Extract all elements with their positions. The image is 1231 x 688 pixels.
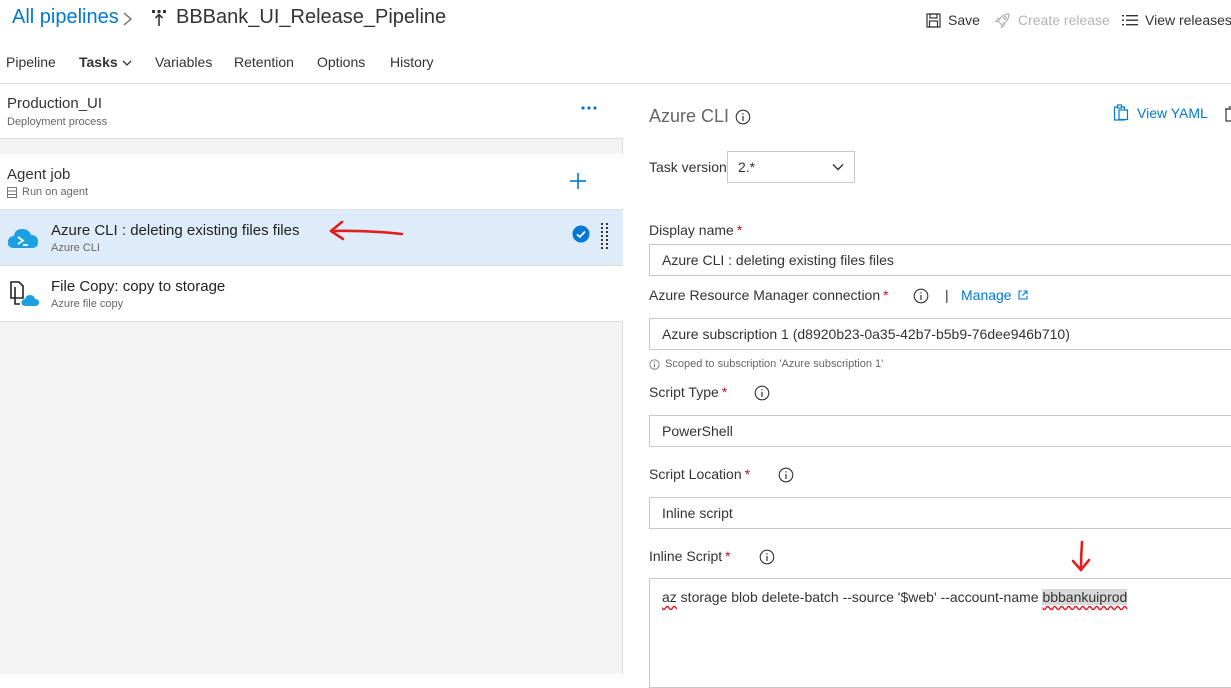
info-icon[interactable] — [778, 467, 794, 483]
script-type-label: Script Type * — [649, 384, 727, 400]
task-type: Azure file copy — [51, 298, 124, 310]
manage-link[interactable]: Manage — [961, 287, 1028, 303]
file-copy-icon — [10, 281, 39, 306]
agent-job-name: Agent job — [7, 166, 71, 183]
view-yaml-button[interactable]: View YAML — [1113, 104, 1208, 121]
required-mark: * — [883, 287, 889, 303]
inline-script-label: Inline Script * — [649, 548, 731, 564]
task-item-file-copy[interactable]: File Copy: copy to storage Azure file co… — [0, 266, 623, 322]
agent-job-row[interactable]: Agent job Run on agent — [0, 154, 623, 210]
agent-job-subtitle-text: Run on agent — [22, 186, 89, 198]
task-item-azure-cli[interactable]: Azure CLI : deleting existing files file… — [0, 210, 623, 266]
task-name: Azure CLI : deleting existing files file… — [51, 222, 300, 239]
pipeline-title: BBBank_UI_Release_Pipeline — [176, 6, 447, 28]
save-icon — [926, 12, 941, 28]
server-icon — [7, 186, 17, 198]
script-token-az: az — [662, 589, 677, 605]
script-type-label-text: Script Type — [649, 384, 719, 400]
rocket-icon — [994, 12, 1010, 29]
display-name-label-text: Display name — [649, 222, 734, 238]
azure-cli-icon — [7, 229, 38, 248]
top-header: All pipelines BBBank_UI_Release_Pipeline… — [0, 0, 1231, 40]
arm-connection-select[interactable]: Azure subscription 1 (d8920b23-0a35-42b7… — [649, 318, 1231, 350]
script-type-value: PowerShell — [662, 423, 733, 439]
annotation-arrow-down — [1071, 540, 1091, 572]
arm-connection-label: Azure Resource Manager connection * — [649, 287, 889, 303]
task-type: Azure CLI — [51, 242, 100, 254]
stage-name: Production_UI — [7, 95, 103, 112]
info-icon[interactable] — [735, 109, 751, 125]
script-type-select[interactable]: PowerShell — [649, 415, 1231, 447]
info-icon — [649, 358, 660, 370]
arm-connection-value: Azure subscription 1 (d8920b23-0a35-42b7… — [662, 326, 1070, 342]
display-name-input[interactable]: Azure CLI : deleting existing files file… — [649, 244, 1231, 276]
task-version-label: Task version — [649, 159, 727, 175]
info-icon[interactable] — [759, 549, 775, 565]
create-release-label: Create release — [1018, 12, 1110, 28]
script-location-select[interactable]: Inline script — [649, 497, 1231, 529]
chevron-down-icon — [832, 164, 844, 171]
task-version-select[interactable]: 2.* — [727, 151, 855, 183]
info-icon[interactable] — [754, 385, 770, 401]
required-mark: * — [744, 466, 751, 482]
required-mark: * — [725, 548, 731, 564]
pipeline-tabs: Pipeline Tasks Variables Retention Optio… — [0, 46, 1231, 84]
save-button[interactable]: Save — [926, 10, 980, 30]
list-icon — [1122, 14, 1138, 25]
tab-pipeline[interactable]: Pipeline — [6, 54, 56, 70]
arm-connection-label-text: Azure Resource Manager connection — [649, 287, 881, 303]
required-mark: * — [736, 222, 743, 238]
clipboard-icon — [1113, 104, 1129, 121]
tab-tasks[interactable]: Tasks — [79, 54, 132, 70]
task-version-value: 2.* — [738, 159, 756, 175]
script-location-label-text: Script Location — [649, 466, 742, 482]
tab-tasks-label: Tasks — [79, 54, 118, 70]
trash-icon[interactable] — [1225, 106, 1231, 122]
view-releases-button[interactable]: View releases — [1122, 10, 1231, 30]
breadcrumb-all-pipelines[interactable]: All pipelines — [12, 6, 119, 29]
create-release-button[interactable]: Create release — [994, 10, 1110, 30]
display-name-label: Display name * — [649, 222, 742, 238]
info-icon[interactable] — [913, 288, 929, 304]
script-location-value: Inline script — [662, 505, 733, 521]
tab-retention[interactable]: Retention — [234, 54, 294, 70]
tab-history[interactable]: History — [390, 54, 434, 70]
scoped-note-text: Scoped to subscription 'Azure subscripti… — [665, 358, 884, 370]
stage-header[interactable]: Production_UI Deployment process — [0, 84, 623, 139]
chevron-down-icon — [122, 60, 132, 66]
inline-script-editor[interactable]: az storage blob delete-batch --source '$… — [649, 578, 1231, 688]
more-options-icon[interactable] — [578, 98, 600, 118]
task-detail-pane: Azure CLI View YAML Task version 2.* Dis… — [624, 84, 1231, 688]
script-token-account-name: bbbankuiprod — [1042, 589, 1128, 605]
check-circle-icon — [572, 225, 590, 243]
add-task-icon[interactable] — [566, 169, 590, 193]
agent-job-subtitle: Run on agent — [7, 186, 88, 198]
tasks-list-pane: Production_UI Deployment process Agent j… — [0, 84, 623, 674]
release-pipeline-icon — [152, 10, 166, 26]
save-label: Save — [948, 12, 980, 28]
task-detail-title: Azure CLI — [649, 106, 730, 126]
drag-handle-icon[interactable] — [600, 222, 610, 252]
task-name: File Copy: copy to storage — [51, 278, 226, 295]
stage-subtitle: Deployment process — [7, 116, 108, 128]
view-releases-label: View releases — [1145, 12, 1231, 28]
manage-label: Manage — [961, 287, 1012, 303]
inline-script-label-text: Inline Script — [649, 548, 723, 564]
script-token-command: storage blob delete-batch --source '$web… — [676, 589, 1043, 605]
manage-separator: | — [945, 287, 949, 303]
required-mark: * — [721, 384, 728, 400]
display-name-value: Azure CLI : deleting existing files file… — [662, 252, 894, 268]
script-location-label: Script Location * — [649, 466, 750, 482]
chevron-right-icon — [123, 12, 133, 26]
external-link-icon — [1018, 290, 1028, 300]
view-yaml-label: View YAML — [1137, 104, 1208, 121]
tab-variables[interactable]: Variables — [155, 54, 212, 70]
tab-options[interactable]: Options — [317, 54, 365, 70]
scoped-note: Scoped to subscription 'Azure subscripti… — [649, 358, 883, 370]
